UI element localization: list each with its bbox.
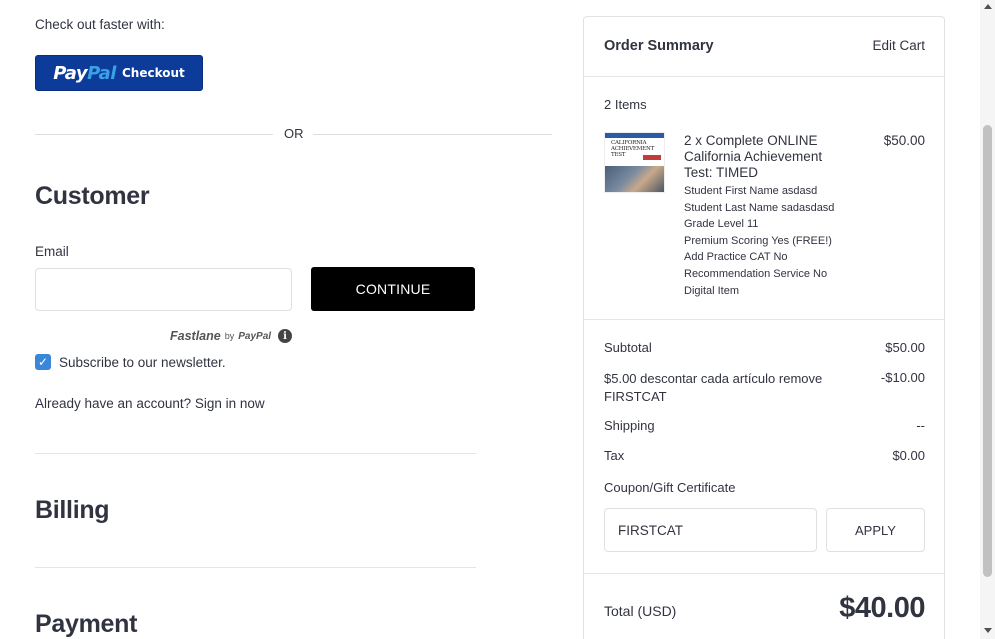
discount-code: FIRSTCAT <box>604 389 667 404</box>
product-option: Recommendation Service No <box>684 267 828 280</box>
paypal-logo-pay: Pay <box>53 62 88 84</box>
paypal-logo-pal: Pal <box>87 62 116 84</box>
product-option: Grade Level 11 <box>684 218 759 231</box>
or-divider-right <box>313 134 552 135</box>
discount-remove-link[interactable]: remove <box>779 371 822 386</box>
fastlane-name: Fastlane <box>170 329 221 343</box>
section-divider <box>35 453 476 454</box>
checkout-faster-label: Check out faster with: <box>35 17 165 32</box>
scroll-down-arrow-icon[interactable] <box>984 628 992 633</box>
product-options: Student First Name asdasd Student Last N… <box>684 183 854 299</box>
items-count: 2 Items <box>604 97 647 112</box>
product-thumbnail: CALIFORNIA ACHIEVEMENT TEST <box>604 132 665 193</box>
summary-divider <box>584 319 944 320</box>
product-option: Add Practice CAT No <box>684 251 788 264</box>
summary-divider <box>584 76 944 77</box>
discount-text: $5.00 descontar cada artículo <box>604 371 776 386</box>
newsletter-label: Subscribe to our newsletter. <box>59 354 226 370</box>
discount-row: $5.00 descontar cada artículo remove FIR… <box>604 370 834 406</box>
thumbnail-band <box>605 133 664 138</box>
paypal-checkout-label: Checkout <box>121 66 185 80</box>
order-summary-panel: Order Summary Edit Cart 2 Items CALIFORN… <box>583 16 945 639</box>
coupon-label: Coupon/Gift Certificate <box>604 480 736 495</box>
coupon-input[interactable] <box>604 508 817 552</box>
email-input[interactable] <box>35 268 292 311</box>
summary-divider <box>584 573 944 574</box>
discount-value: -$10.00 <box>880 370 925 385</box>
tax-value: $0.00 <box>892 448 925 463</box>
scrollbar-thumb[interactable] <box>983 125 992 577</box>
fastlane-badge: Fastlane by PayPal i <box>170 329 293 343</box>
checkout-form: Check out faster with: Pay Pal Checkout O… <box>0 0 560 639</box>
total-label: Total (USD) <box>604 603 677 619</box>
newsletter-option[interactable]: ✓ Subscribe to our newsletter. <box>35 354 226 370</box>
payment-heading[interactable]: Payment <box>35 610 137 639</box>
product-option: Premium Scoring Yes (FREE!) <box>684 234 832 247</box>
product-name: 2 x Complete ONLINE California Achieveme… <box>684 133 823 180</box>
scroll-up-arrow-icon[interactable] <box>984 4 992 9</box>
shipping-label: Shipping <box>604 418 655 433</box>
tax-label: Tax <box>604 448 625 463</box>
product-option: Student First Name asdasd <box>684 185 818 197</box>
continue-button[interactable]: CONTINUE <box>311 267 475 311</box>
billing-heading[interactable]: Billing <box>35 496 110 525</box>
account-prompt-text: Already have an account? <box>35 396 192 411</box>
customer-heading: Customer <box>35 182 150 210</box>
fastlane-by: by <box>224 331 235 341</box>
apply-coupon-button[interactable]: APPLY <box>826 508 925 552</box>
order-summary-title: Order Summary <box>604 38 714 54</box>
account-prompt: Already have an account? Sign in now <box>35 396 265 411</box>
product-price: $50.00 <box>883 133 925 148</box>
section-divider <box>35 567 476 568</box>
info-icon[interactable]: i <box>278 329 293 343</box>
paypal-checkout-button[interactable]: Pay Pal Checkout <box>35 55 203 91</box>
or-label: OR <box>284 126 304 141</box>
sign-in-link[interactable]: Sign in now <box>195 396 265 411</box>
subtotal-value: $50.00 <box>885 340 925 355</box>
newsletter-checkbox[interactable]: ✓ <box>35 354 51 370</box>
fastlane-provider: PayPal <box>238 330 272 342</box>
total-value: $40.00 <box>839 592 925 624</box>
subtotal-label: Subtotal <box>604 340 652 355</box>
product-option: Digital Item <box>684 284 740 297</box>
or-divider-left <box>35 134 273 135</box>
shipping-value: -- <box>916 418 925 433</box>
email-label: Email <box>35 244 69 259</box>
edit-cart-link[interactable]: Edit Cart <box>872 38 925 53</box>
thumbnail-photo <box>605 166 664 192</box>
product-option: Student Last Name sadasdasd <box>684 201 835 214</box>
thumbnail-accent <box>643 155 661 160</box>
